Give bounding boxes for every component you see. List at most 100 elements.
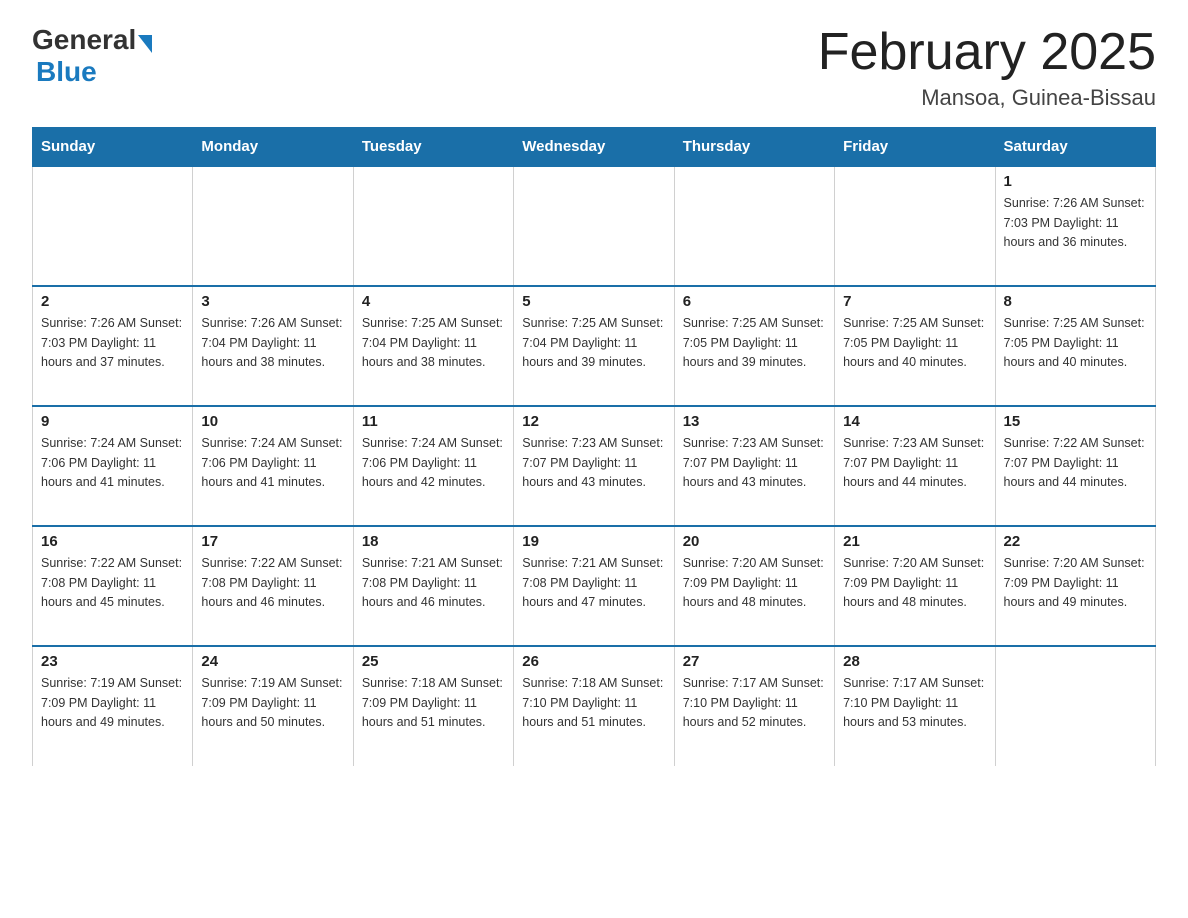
header-sunday: Sunday xyxy=(33,128,193,167)
day-number: 15 xyxy=(1004,413,1147,430)
calendar-table: Sunday Monday Tuesday Wednesday Thursday… xyxy=(32,127,1156,766)
days-header-row: Sunday Monday Tuesday Wednesday Thursday… xyxy=(33,128,1156,167)
day-info: Sunrise: 7:23 AM Sunset: 7:07 PM Dayligh… xyxy=(843,434,986,492)
day-number: 18 xyxy=(362,533,505,550)
header-friday: Friday xyxy=(835,128,995,167)
calendar-day-cell: 20Sunrise: 7:20 AM Sunset: 7:09 PM Dayli… xyxy=(674,526,834,646)
day-info: Sunrise: 7:26 AM Sunset: 7:04 PM Dayligh… xyxy=(201,314,344,372)
logo-arrow-icon xyxy=(138,35,152,53)
logo-general-text: General xyxy=(32,24,136,56)
title-block: February 2025 Mansoa, Guinea-Bissau xyxy=(818,24,1156,111)
logo: General Blue xyxy=(32,24,154,88)
calendar-day-cell: 16Sunrise: 7:22 AM Sunset: 7:08 PM Dayli… xyxy=(33,526,193,646)
calendar-day-cell: 13 Sunrise: 7:23 AM Sunset: 7:07 PM Dayli… xyxy=(674,406,834,526)
day-number: 22 xyxy=(1004,533,1147,550)
calendar-day-cell xyxy=(514,166,674,286)
day-info: Sunrise: 7:17 AM Sunset: 7:10 PM Dayligh… xyxy=(843,674,986,732)
day-number: 26 xyxy=(522,653,665,670)
page-header: General Blue February 2025 Mansoa, Guine… xyxy=(32,24,1156,111)
calendar-day-cell: 28 Sunrise: 7:17 AM Sunset: 7:10 PM Dayli… xyxy=(835,646,995,766)
day-number: 19 xyxy=(522,533,665,550)
day-number: 5 xyxy=(522,293,665,310)
calendar-day-cell: 26 Sunrise: 7:18 AM Sunset: 7:10 PM Dayli… xyxy=(514,646,674,766)
day-number: 10 xyxy=(201,413,344,430)
day-info: Sunrise: 7:19 AM Sunset: 7:09 PM Dayligh… xyxy=(41,674,184,732)
day-number: 24 xyxy=(201,653,344,670)
header-saturday: Saturday xyxy=(995,128,1155,167)
day-number: 9 xyxy=(41,413,184,430)
day-number: 8 xyxy=(1004,293,1147,310)
calendar-week-row: 2Sunrise: 7:26 AM Sunset: 7:03 PM Daylig… xyxy=(33,286,1156,406)
day-number: 21 xyxy=(843,533,986,550)
day-info: Sunrise: 7:26 AM Sunset: 7:03 PM Dayligh… xyxy=(1004,194,1147,252)
header-tuesday: Tuesday xyxy=(353,128,513,167)
day-number: 28 xyxy=(843,653,986,670)
day-info: Sunrise: 7:22 AM Sunset: 7:07 PM Dayligh… xyxy=(1004,434,1147,492)
day-info: Sunrise: 7:18 AM Sunset: 7:10 PM Dayligh… xyxy=(522,674,665,732)
day-info: Sunrise: 7:23 AM Sunset: 7:07 PM Dayligh… xyxy=(522,434,665,492)
day-info: Sunrise: 7:25 AM Sunset: 7:05 PM Dayligh… xyxy=(1004,314,1147,372)
day-info: Sunrise: 7:17 AM Sunset: 7:10 PM Dayligh… xyxy=(683,674,826,732)
logo-blue-text: Blue xyxy=(36,56,97,87)
day-number: 25 xyxy=(362,653,505,670)
day-info: Sunrise: 7:18 AM Sunset: 7:09 PM Dayligh… xyxy=(362,674,505,732)
calendar-day-cell xyxy=(353,166,513,286)
header-wednesday: Wednesday xyxy=(514,128,674,167)
day-info: Sunrise: 7:22 AM Sunset: 7:08 PM Dayligh… xyxy=(201,554,344,612)
calendar-day-cell: 8 Sunrise: 7:25 AM Sunset: 7:05 PM Daylig… xyxy=(995,286,1155,406)
day-info: Sunrise: 7:21 AM Sunset: 7:08 PM Dayligh… xyxy=(362,554,505,612)
calendar-day-cell xyxy=(193,166,353,286)
calendar-day-cell: 10Sunrise: 7:24 AM Sunset: 7:06 PM Dayli… xyxy=(193,406,353,526)
calendar-day-cell xyxy=(995,646,1155,766)
day-info: Sunrise: 7:19 AM Sunset: 7:09 PM Dayligh… xyxy=(201,674,344,732)
day-number: 23 xyxy=(41,653,184,670)
day-info: Sunrise: 7:26 AM Sunset: 7:03 PM Dayligh… xyxy=(41,314,184,372)
day-info: Sunrise: 7:22 AM Sunset: 7:08 PM Dayligh… xyxy=(41,554,184,612)
calendar-header: Sunday Monday Tuesday Wednesday Thursday… xyxy=(33,128,1156,167)
calendar-title: February 2025 xyxy=(818,24,1156,81)
calendar-day-cell: 9 Sunrise: 7:24 AM Sunset: 7:06 PM Daylig… xyxy=(33,406,193,526)
calendar-day-cell: 5Sunrise: 7:25 AM Sunset: 7:04 PM Daylig… xyxy=(514,286,674,406)
calendar-day-cell: 24 Sunrise: 7:19 AM Sunset: 7:09 PM Dayli… xyxy=(193,646,353,766)
day-info: Sunrise: 7:20 AM Sunset: 7:09 PM Dayligh… xyxy=(1004,554,1147,612)
calendar-day-cell xyxy=(835,166,995,286)
day-number: 1 xyxy=(1004,173,1147,190)
day-info: Sunrise: 7:21 AM Sunset: 7:08 PM Dayligh… xyxy=(522,554,665,612)
day-info: Sunrise: 7:24 AM Sunset: 7:06 PM Dayligh… xyxy=(41,434,184,492)
header-monday: Monday xyxy=(193,128,353,167)
calendar-day-cell: 21 Sunrise: 7:20 AM Sunset: 7:09 PM Dayli… xyxy=(835,526,995,646)
day-info: Sunrise: 7:25 AM Sunset: 7:05 PM Dayligh… xyxy=(683,314,826,372)
day-number: 4 xyxy=(362,293,505,310)
calendar-day-cell: 23 Sunrise: 7:19 AM Sunset: 7:09 PM Dayli… xyxy=(33,646,193,766)
day-number: 13 xyxy=(683,413,826,430)
day-info: Sunrise: 7:24 AM Sunset: 7:06 PM Dayligh… xyxy=(362,434,505,492)
calendar-day-cell: 15 Sunrise: 7:22 AM Sunset: 7:07 PM Dayli… xyxy=(995,406,1155,526)
calendar-day-cell: 3 Sunrise: 7:26 AM Sunset: 7:04 PM Daylig… xyxy=(193,286,353,406)
calendar-day-cell: 11 Sunrise: 7:24 AM Sunset: 7:06 PM Dayli… xyxy=(353,406,513,526)
calendar-day-cell: 22 Sunrise: 7:20 AM Sunset: 7:09 PM Dayli… xyxy=(995,526,1155,646)
day-info: Sunrise: 7:25 AM Sunset: 7:05 PM Dayligh… xyxy=(843,314,986,372)
calendar-subtitle: Mansoa, Guinea-Bissau xyxy=(818,85,1156,111)
calendar-day-cell: 18 Sunrise: 7:21 AM Sunset: 7:08 PM Dayli… xyxy=(353,526,513,646)
day-number: 11 xyxy=(362,413,505,430)
calendar-day-cell: 7 Sunrise: 7:25 AM Sunset: 7:05 PM Daylig… xyxy=(835,286,995,406)
day-number: 3 xyxy=(201,293,344,310)
calendar-day-cell xyxy=(674,166,834,286)
day-number: 6 xyxy=(683,293,826,310)
calendar-day-cell: 17Sunrise: 7:22 AM Sunset: 7:08 PM Dayli… xyxy=(193,526,353,646)
calendar-day-cell: 4Sunrise: 7:25 AM Sunset: 7:04 PM Daylig… xyxy=(353,286,513,406)
day-info: Sunrise: 7:23 AM Sunset: 7:07 PM Dayligh… xyxy=(683,434,826,492)
header-thursday: Thursday xyxy=(674,128,834,167)
day-info: Sunrise: 7:20 AM Sunset: 7:09 PM Dayligh… xyxy=(843,554,986,612)
calendar-day-cell: 12Sunrise: 7:23 AM Sunset: 7:07 PM Dayli… xyxy=(514,406,674,526)
calendar-week-row: 1 Sunrise: 7:26 AM Sunset: 7:03 PM Daylig… xyxy=(33,166,1156,286)
calendar-week-row: 16Sunrise: 7:22 AM Sunset: 7:08 PM Dayli… xyxy=(33,526,1156,646)
calendar-day-cell xyxy=(33,166,193,286)
calendar-body: 1 Sunrise: 7:26 AM Sunset: 7:03 PM Daylig… xyxy=(33,166,1156,766)
calendar-day-cell: 19 Sunrise: 7:21 AM Sunset: 7:08 PM Dayli… xyxy=(514,526,674,646)
calendar-day-cell: 2Sunrise: 7:26 AM Sunset: 7:03 PM Daylig… xyxy=(33,286,193,406)
calendar-day-cell: 6 Sunrise: 7:25 AM Sunset: 7:05 PM Daylig… xyxy=(674,286,834,406)
calendar-week-row: 9 Sunrise: 7:24 AM Sunset: 7:06 PM Daylig… xyxy=(33,406,1156,526)
day-number: 7 xyxy=(843,293,986,310)
day-number: 14 xyxy=(843,413,986,430)
